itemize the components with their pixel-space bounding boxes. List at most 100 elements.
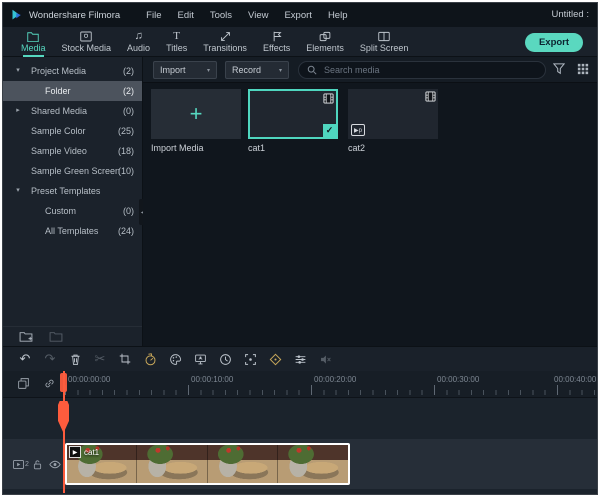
green-screen-icon[interactable]: [192, 351, 208, 367]
app-name: Wondershare Filmora: [29, 10, 120, 21]
media-toolbar: Import▾ Record▾: [143, 57, 598, 83]
eye-icon[interactable]: [49, 460, 61, 469]
filter-icon[interactable]: [553, 63, 565, 75]
playhead-handle[interactable]: [60, 373, 67, 392]
expander-icon: ▾: [13, 61, 23, 81]
crop-icon[interactable]: [117, 351, 133, 367]
tab-split-screen[interactable]: Split Screen: [360, 27, 409, 57]
media-tile-cat2[interactable]: ▶p cat2: [348, 89, 438, 153]
ruler-label: 00:00:10:00: [191, 375, 233, 384]
split-scissors-icon[interactable]: ✂: [92, 351, 108, 367]
sidebar-item-project-media[interactable]: ▾ Project Media (2): [3, 61, 142, 81]
ruler-major-ticks: [65, 385, 597, 395]
menu-view[interactable]: View: [248, 10, 268, 21]
track-type-icon: 2: [13, 460, 29, 469]
export-button[interactable]: Export: [525, 33, 583, 52]
tab-bar: Media Stock Media ♫ Audio T Titles Trans…: [3, 27, 597, 57]
timeline-clip-cat1[interactable]: [65, 443, 350, 485]
audio-notes-icon: ♫: [134, 30, 142, 42]
tab-titles[interactable]: T Titles: [166, 27, 187, 57]
sidebar-footer: [3, 326, 142, 346]
chevron-down-icon: ▾: [207, 67, 210, 74]
stock-media-icon: [80, 30, 92, 42]
ruler-label: 00:00:00:00: [68, 375, 110, 384]
timeline: 00:00:00:00 00:00:10:00 00:00:20:00 00:0…: [3, 371, 597, 495]
media-sidebar: ▾ Project Media (2) Folder (2) ▸ Shared …: [3, 57, 143, 346]
ruler-label: 00:00:40:00: [554, 375, 596, 384]
tab-elements[interactable]: Elements: [306, 27, 344, 57]
menu-file[interactable]: File: [146, 10, 161, 21]
clip-frame: [278, 445, 348, 483]
search-input[interactable]: [322, 64, 537, 76]
menu-bar: Wondershare Filmora File Edit Tools View…: [3, 3, 597, 27]
tab-media[interactable]: Media: [21, 27, 46, 57]
expander-icon: ▸: [13, 101, 23, 121]
chevron-down-icon: ▾: [279, 67, 282, 74]
mute-icon[interactable]: [317, 351, 333, 367]
ruler-label: 00:00:30:00: [437, 375, 479, 384]
import-dropdown[interactable]: Import▾: [153, 61, 217, 79]
audio-mixer-icon[interactable]: [292, 351, 308, 367]
sidebar-item-folder[interactable]: Folder (2): [3, 81, 142, 101]
tab-audio[interactable]: ♫ Audio: [127, 27, 150, 57]
media-tile-cat1[interactable]: ✓ cat1: [248, 89, 338, 153]
track-number: 2: [25, 461, 29, 468]
menu-tools[interactable]: Tools: [210, 10, 232, 21]
media-grid: + Import Media ✓ cat1 ▶p cat2: [143, 85, 598, 205]
timeline-body: 2 ▶ cat1: [3, 397, 597, 495]
elements-icon: [319, 30, 331, 42]
delete-folder-icon[interactable]: [49, 331, 63, 342]
clip-label: ▶ cat1: [69, 446, 99, 458]
media-folder-icon: [27, 30, 39, 42]
sidebar-item-all-templates[interactable]: All Templates (24): [3, 221, 142, 241]
tab-stock-media[interactable]: Stock Media: [62, 27, 112, 57]
edit-toolbar: ↶ ↷ ✂: [3, 346, 597, 371]
proxy-icon: ▶p: [351, 124, 365, 136]
lock-icon[interactable]: [32, 459, 43, 470]
motion-track-icon[interactable]: [242, 351, 258, 367]
video-track-row: 2 ▶ cat1: [3, 439, 597, 489]
split-screen-icon: [378, 30, 390, 42]
link-icon[interactable]: [43, 377, 56, 390]
effects-icon: [271, 30, 282, 42]
film-icon: [425, 91, 436, 102]
undo-icon[interactable]: ↶: [17, 351, 33, 367]
timeline-ruler[interactable]: 00:00:00:00 00:00:10:00 00:00:20:00 00:0…: [3, 371, 597, 398]
delete-icon[interactable]: [67, 351, 83, 367]
keyframe-icon[interactable]: [267, 351, 283, 367]
sidebar-item-sample-color[interactable]: Sample Color (25): [3, 121, 142, 141]
tab-transitions[interactable]: Transitions: [203, 27, 247, 57]
sidebar-item-sample-green-screen[interactable]: Sample Green Screen (10): [3, 161, 142, 181]
menu-export[interactable]: Export: [284, 10, 311, 21]
ruler-label: 00:00:20:00: [314, 375, 356, 384]
color-icon[interactable]: [167, 351, 183, 367]
search-box[interactable]: [298, 61, 546, 79]
add-folder-icon[interactable]: [19, 331, 33, 342]
filmora-window: Wondershare Filmora File Edit Tools View…: [2, 2, 598, 495]
import-media-tile[interactable]: + Import Media: [151, 89, 241, 153]
record-dropdown[interactable]: Record▾: [225, 61, 289, 79]
menu-edit[interactable]: Edit: [177, 10, 193, 21]
redo-icon[interactable]: ↷: [42, 351, 58, 367]
sidebar-item-preset-templates[interactable]: ▾ Preset Templates: [3, 181, 142, 201]
filmora-logo-icon: [11, 9, 23, 21]
search-icon: [307, 65, 317, 75]
clip-frame: [208, 445, 278, 483]
clip-frame: [137, 445, 207, 483]
duration-icon[interactable]: [217, 351, 233, 367]
sidebar-item-custom[interactable]: Custom (0): [3, 201, 142, 221]
transitions-icon: [220, 30, 231, 42]
film-icon: [323, 93, 334, 104]
project-title: Untitled :: [552, 3, 590, 27]
plus-icon: +: [151, 89, 241, 139]
copy-icon[interactable]: [17, 377, 30, 390]
media-panel: Import▾ Record▾ + Import Media: [143, 57, 598, 346]
tab-effects[interactable]: Effects: [263, 27, 290, 57]
menu-help[interactable]: Help: [328, 10, 348, 21]
sidebar-item-sample-video[interactable]: Sample Video (18): [3, 141, 142, 161]
grid-view-icon[interactable]: [577, 63, 589, 75]
sidebar-item-shared-media[interactable]: ▸ Shared Media (0): [3, 101, 142, 121]
check-icon: ✓: [323, 124, 336, 137]
speed-icon[interactable]: [142, 351, 158, 367]
titles-icon: T: [173, 30, 180, 42]
